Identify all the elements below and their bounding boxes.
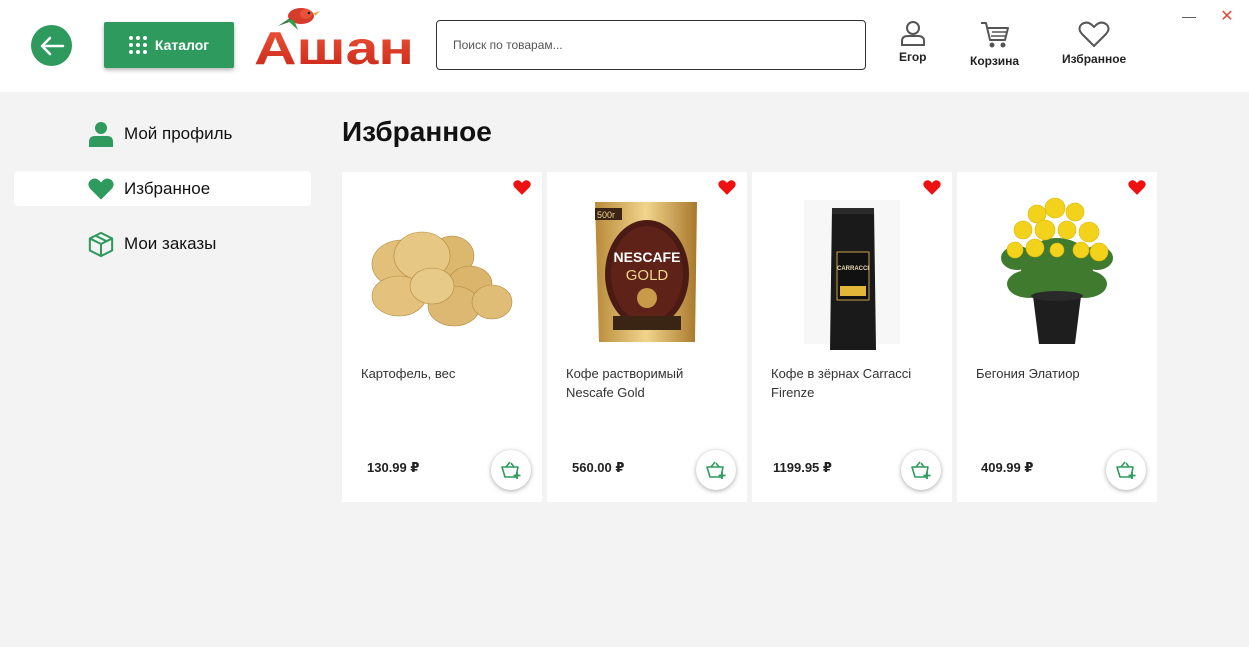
basket-add-icon — [501, 461, 521, 479]
sidebar-item-label: Избранное — [124, 178, 211, 198]
sidebar-item-profile[interactable]: Мой профиль — [14, 116, 311, 151]
add-to-cart-button[interactable] — [901, 450, 941, 490]
product-name[interactable]: Кофе в зёрнах Carracci Firenze — [771, 364, 931, 402]
sidebar-item-favorites[interactable]: Избранное — [14, 171, 311, 206]
arrow-left-icon — [40, 36, 64, 55]
basket-add-icon — [911, 461, 931, 479]
box-icon — [88, 230, 114, 258]
page-title: Избранное — [342, 116, 492, 147]
product-card[interactable]: Бегония Элатиор 409.99 ₽ — [957, 172, 1157, 502]
product-image-carracci[interactable]: CARRACCI — [752, 194, 952, 354]
product-image-nescafe[interactable]: 500г NESCAFE GOLD — [547, 194, 747, 354]
product-price: 409.99 ₽ — [981, 460, 1034, 475]
svg-text:Ашан: Ашан — [254, 22, 414, 68]
heart-outline-icon — [1078, 21, 1110, 47]
user-icon — [88, 120, 114, 148]
product-name[interactable]: Бегония Элатиор — [976, 364, 1136, 383]
cart-icon — [980, 22, 1009, 48]
cart-button[interactable]: Корзина — [970, 20, 1019, 68]
add-to-cart-button[interactable] — [696, 450, 736, 490]
favorites-label: Избранное — [1062, 52, 1127, 66]
product-name[interactable]: Картофель, вес — [361, 364, 521, 383]
product-name[interactable]: Кофе растворимый Nescafe Gold — [566, 364, 726, 402]
sidebar-item-label: Мой профиль — [124, 123, 233, 143]
user-icon — [900, 21, 925, 46]
add-to-cart-button[interactable] — [1106, 450, 1146, 490]
catalog-label: Каталог — [154, 37, 210, 53]
basket-add-icon — [706, 461, 726, 479]
product-image-begonia[interactable] — [957, 194, 1157, 354]
favorites-button[interactable]: Избранное — [1062, 20, 1126, 66]
profile-button[interactable]: Егор — [899, 20, 927, 64]
product-card[interactable]: CARRACCI Кофе в зёрнах Carracci Firenze … — [752, 172, 952, 502]
heart-icon — [88, 175, 114, 203]
cart-label: Корзина — [970, 54, 1020, 68]
header: Каталог Ашан Егор — [0, 0, 1249, 92]
close-button[interactable]: ✕ — [1219, 6, 1235, 25]
product-price: 130.99 ₽ — [367, 460, 420, 475]
auchan-logo[interactable]: Ашан — [254, 4, 416, 74]
product-price: 560.00 ₽ — [572, 460, 625, 475]
bag-brand-label: CARRACCI — [837, 266, 869, 272]
grid-dots-icon — [128, 36, 147, 54]
catalog-button[interactable]: Каталог — [104, 22, 234, 68]
add-to-cart-button[interactable] — [491, 450, 531, 490]
product-image-potatoes[interactable] — [342, 194, 542, 354]
bag-sub-label: GOLD — [626, 267, 669, 284]
search-input[interactable] — [436, 20, 866, 70]
profile-label: Егор — [899, 50, 927, 64]
back-button[interactable] — [31, 25, 72, 66]
product-card[interactable]: Картофель, вес 130.99 ₽ — [342, 172, 542, 502]
basket-add-icon — [1116, 461, 1136, 479]
sidebar-item-label: Мои заказы — [124, 233, 217, 253]
bag-brand-label: NESCAFE — [614, 249, 681, 265]
bag-weight-label: 500г — [597, 210, 616, 220]
product-card[interactable]: 500г NESCAFE GOLD Кофе растворимый Nesca… — [547, 172, 747, 502]
sidebar-item-orders[interactable]: Мои заказы — [14, 226, 311, 261]
product-price: 1199.95 ₽ — [773, 460, 832, 475]
minimize-button[interactable]: — — [1182, 8, 1196, 24]
